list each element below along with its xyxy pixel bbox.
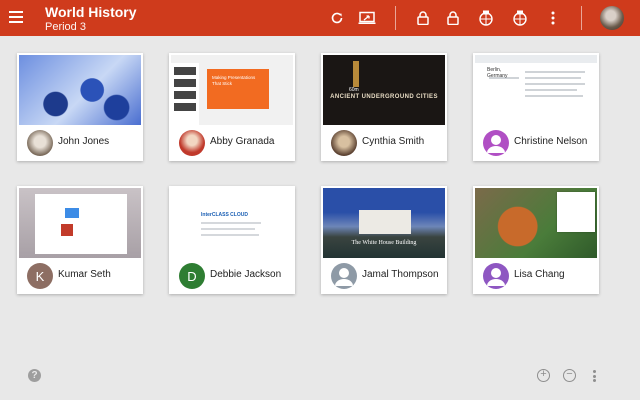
student-card[interactable]: Lisa Chang xyxy=(473,186,599,294)
student-avatar xyxy=(27,130,53,156)
image-caption: The White House Building xyxy=(351,240,417,246)
globe-lock-icon[interactable] xyxy=(476,8,496,28)
lock-icon[interactable] xyxy=(413,8,433,28)
student-card[interactable]: K Kumar Seth xyxy=(17,186,143,294)
student-name: Debbie Jackson xyxy=(210,269,282,280)
doc-title: Berlin, Germany xyxy=(487,67,508,79)
screen-thumbnail[interactable] xyxy=(19,55,141,125)
help-icon[interactable]: ? xyxy=(28,369,41,382)
student-name: Cynthia Smith xyxy=(362,136,425,147)
slide-headline: Making Presentations That Stick xyxy=(207,69,269,109)
globe-lock-all-icon[interactable] xyxy=(510,8,530,28)
more-vert-icon[interactable] xyxy=(593,370,597,384)
screen-thumbnail[interactable]: 60m ANCIENT UNDERGROUND CITIES xyxy=(323,55,445,125)
student-card[interactable]: 60m ANCIENT UNDERGROUND CITIES Cynthia S… xyxy=(321,53,447,161)
class-period: Period 3 xyxy=(45,21,86,33)
screen-thumbnail[interactable]: Making Presentations That Stick xyxy=(171,55,293,125)
student-card[interactable]: Making Presentations That Stick Abby Gra… xyxy=(169,53,295,161)
zoom-in-icon[interactable]: + xyxy=(537,369,550,382)
app-bar: World History Period 3 xyxy=(0,0,640,36)
screen-thumbnail[interactable]: Berlin, Germany xyxy=(475,55,597,125)
person-icon xyxy=(331,263,357,289)
zoom-out-icon[interactable]: − xyxy=(563,369,576,382)
student-avatar xyxy=(331,130,357,156)
refresh-icon[interactable] xyxy=(327,8,347,28)
screen-thumbnail[interactable] xyxy=(475,188,597,258)
toolbar-divider xyxy=(581,6,582,30)
student-name: John Jones xyxy=(58,136,110,147)
lock-all-icon[interactable] xyxy=(443,8,463,28)
person-icon xyxy=(483,263,509,289)
student-name: Christine Nelson xyxy=(514,136,588,147)
title-group: World History Period 3 xyxy=(45,4,137,34)
screen-thumbnail[interactable]: InterCLASS CLOUD xyxy=(171,188,293,258)
student-card[interactable]: John Jones xyxy=(17,53,143,161)
student-card[interactable]: InterCLASS CLOUD D Debbie Jackson xyxy=(169,186,295,294)
screen-share-icon[interactable] xyxy=(357,8,377,28)
screen-thumbnail[interactable]: The White House Building xyxy=(323,188,445,258)
student-card[interactable]: Berlin, Germany Christine Nelson xyxy=(473,53,599,161)
hamburger-menu-icon[interactable] xyxy=(9,11,23,23)
student-name: Kumar Seth xyxy=(58,269,111,280)
video-title: ANCIENT UNDERGROUND CITIES xyxy=(330,94,438,100)
student-name: Lisa Chang xyxy=(514,269,565,280)
person-icon xyxy=(483,130,509,156)
student-card[interactable]: The White House Building Jamal Thompson xyxy=(321,186,447,294)
page-heading: InterCLASS CLOUD xyxy=(201,212,248,218)
screen-thumbnail[interactable] xyxy=(19,188,141,258)
student-name: Jamal Thompson xyxy=(362,269,439,280)
student-name: Abby Granada xyxy=(210,136,275,147)
class-title: World History xyxy=(45,4,137,20)
student-avatar: D xyxy=(179,263,205,289)
toolbar-divider xyxy=(395,6,396,30)
student-avatar: K xyxy=(27,263,53,289)
more-vert-icon[interactable] xyxy=(543,8,563,28)
student-avatar xyxy=(179,130,205,156)
teacher-avatar[interactable] xyxy=(600,6,624,30)
